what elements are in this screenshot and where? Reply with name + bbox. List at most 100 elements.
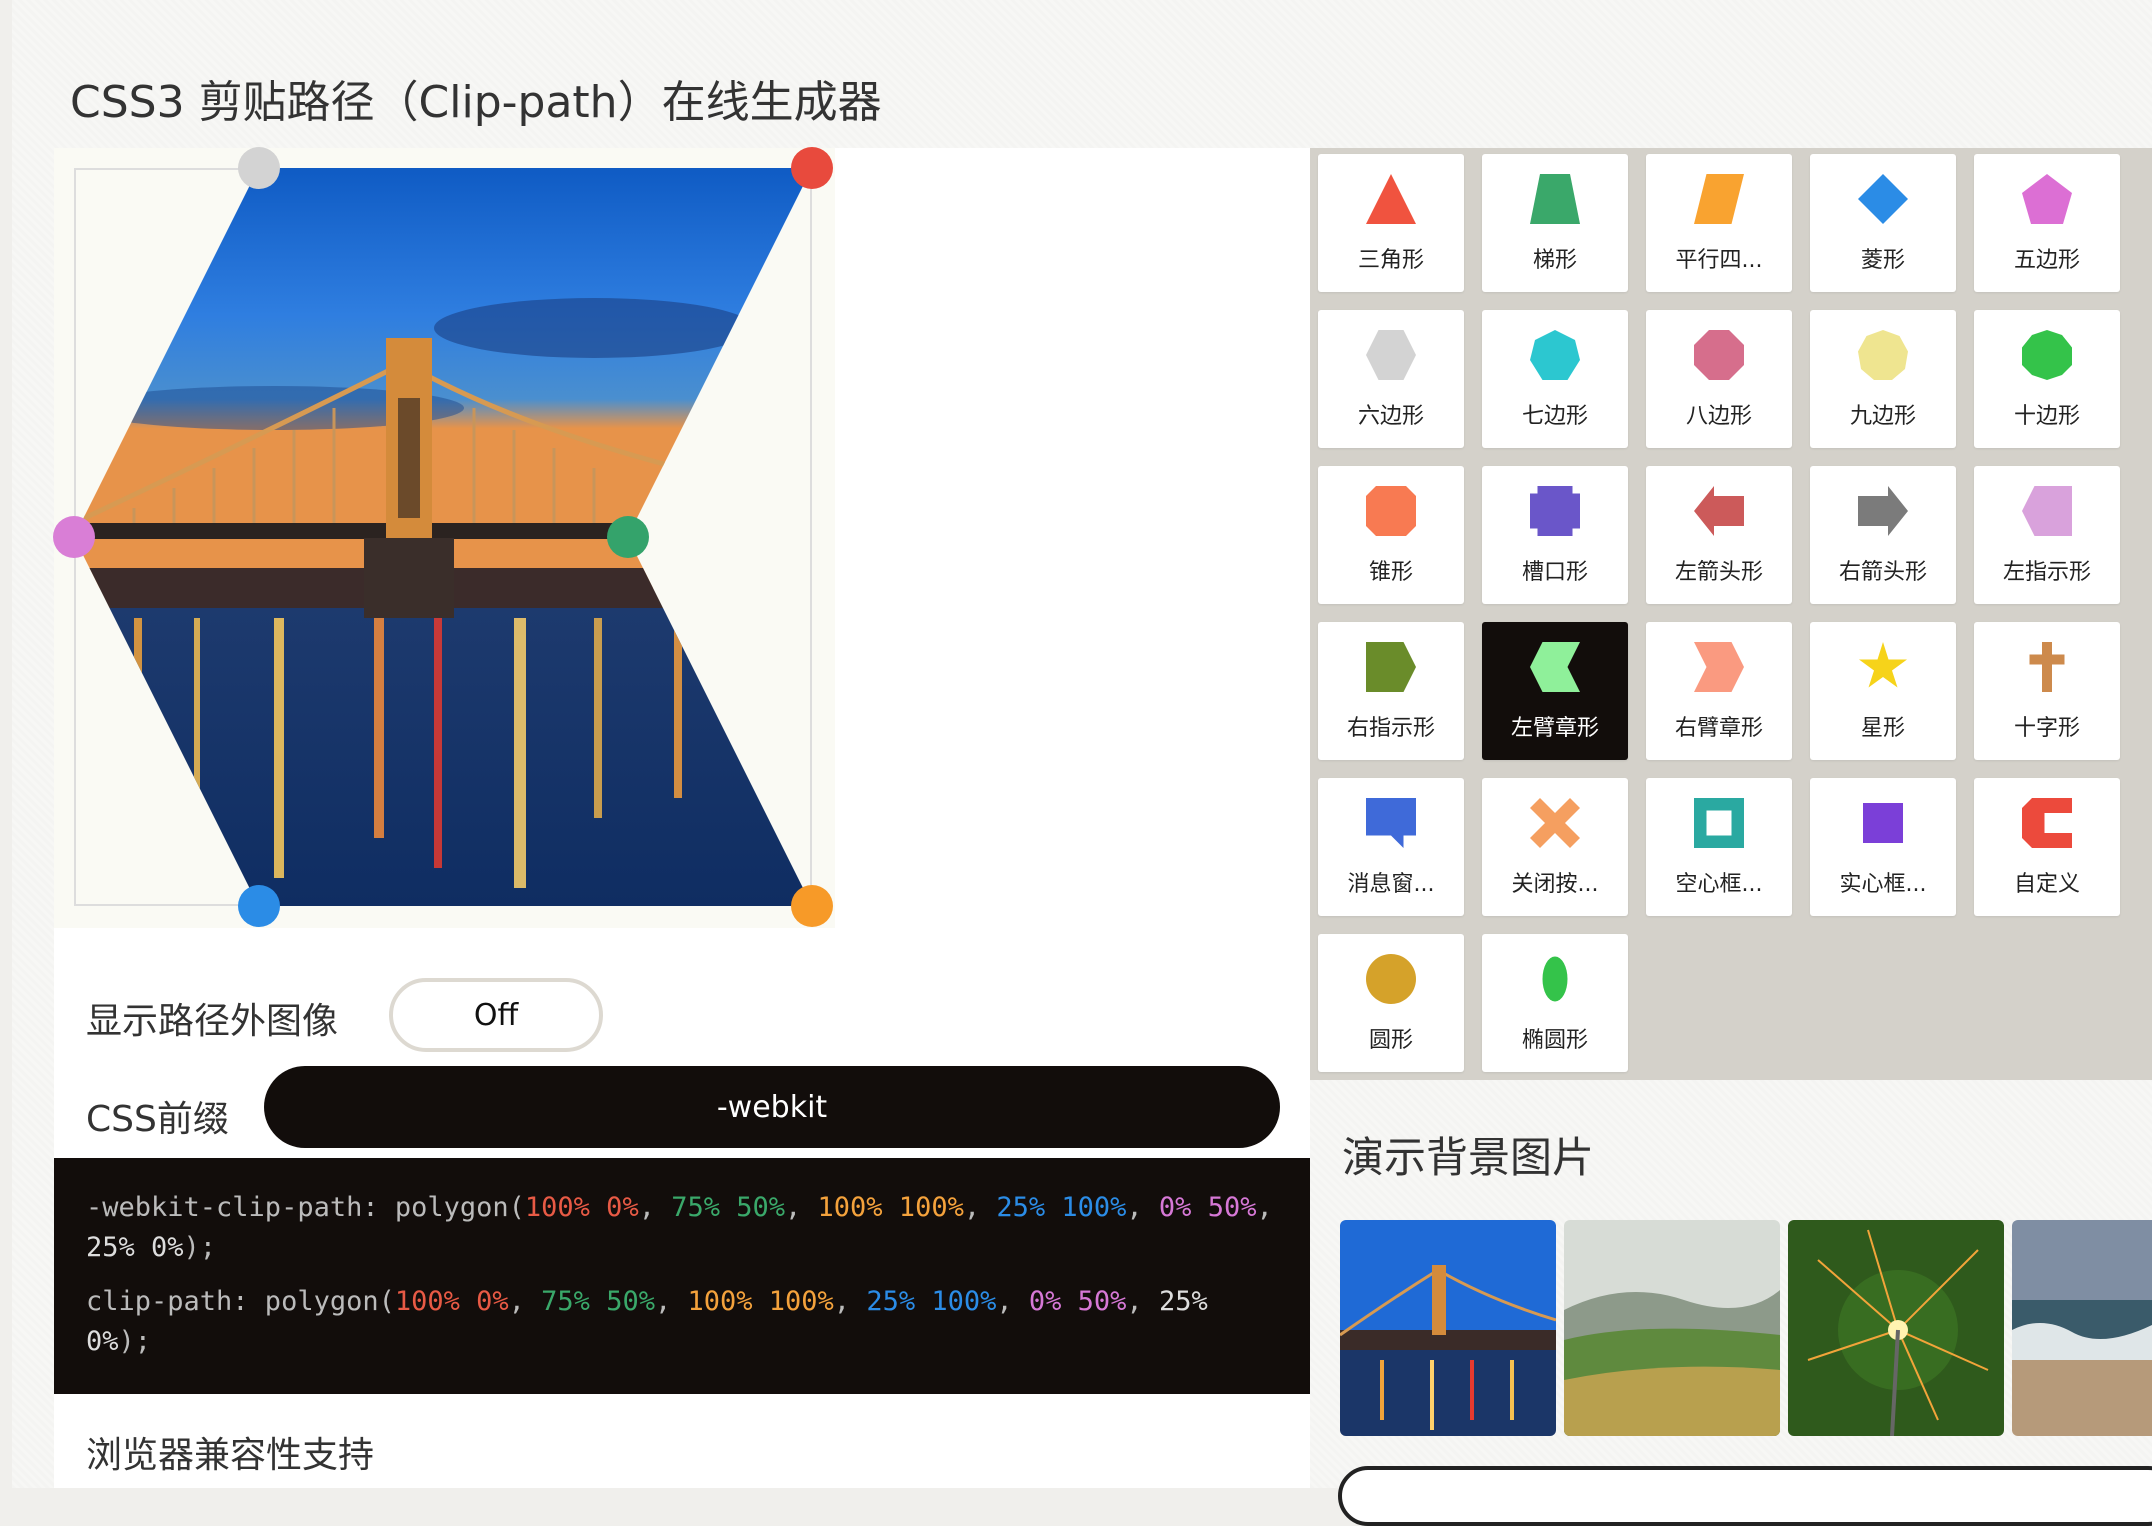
custom-icon <box>2022 798 2072 848</box>
shape-tile[interactable]: 七边形 <box>1482 310 1628 448</box>
shape-label: 右指示形 <box>1346 716 1435 741</box>
shape-label: 锥形 <box>1368 560 1413 585</box>
shape-tile[interactable]: 左指示形 <box>1974 466 2120 604</box>
shape-label: 平行四... <box>1675 248 1763 273</box>
shape-tile[interactable]: 八边形 <box>1646 310 1792 448</box>
code-point-2: 75% 50% <box>541 1286 655 1317</box>
handle-top-right[interactable] <box>791 147 833 189</box>
shape-tile[interactable]: 右箭头形 <box>1810 466 1956 604</box>
heptagon-icon <box>1530 330 1580 380</box>
show-outside-label: 显示路径外图像 <box>86 1001 339 1042</box>
shape-palette: 三角形 梯形 平行四... 菱形 五边形六边形 七边形 八边形 九边形 十边形锥形 槽口形 左箭头形… <box>1310 148 2152 1080</box>
shape-tile[interactable]: 梯形 <box>1482 154 1628 292</box>
shape-tile[interactable]: 空心框... <box>1646 778 1792 916</box>
shape-tile[interactable]: 左臂章形 <box>1482 622 1628 760</box>
triangle-icon <box>1366 174 1416 224</box>
shape-tile[interactable]: 自定义 <box>1974 778 2120 916</box>
rabbet-icon <box>1530 486 1580 536</box>
shape-label: 十边形 <box>2013 404 2080 429</box>
clip-path-editor[interactable] <box>53 147 835 928</box>
shape-tile[interactable]: 实心框... <box>1810 778 1956 916</box>
code-point-2: 75% 50% <box>671 1192 786 1223</box>
sparkler-thumbnail-image <box>1788 1220 2004 1436</box>
browser-support-heading: 浏览器兼容性支持 <box>86 1435 375 1476</box>
solid-frame-icon <box>1863 803 1903 843</box>
bridge-night-thumbnail-image <box>1340 1220 1556 1436</box>
bridge-night-thumbnail[interactable] <box>1340 1220 1556 1436</box>
octagon-icon <box>1694 330 1744 380</box>
shape-label: 十字形 <box>2013 716 2080 741</box>
handle-top-left[interactable] <box>237 147 280 189</box>
webkit-code-line: -webkit-clip-path: polygon(100% 0%, 75% … <box>86 1192 1273 1263</box>
trapezoid-icon <box>1530 174 1580 224</box>
shape-tile[interactable]: 三角形 <box>1318 154 1464 292</box>
generated-code-block[interactable]: -webkit-clip-path: polygon(100% 0%, 75% … <box>54 1158 1310 1394</box>
shape-tile[interactable]: 圆形 <box>1318 934 1464 1072</box>
shape-label: 右臂章形 <box>1674 716 1763 741</box>
nonagon-icon <box>1858 330 1908 380</box>
shape-tile[interactable]: 锥形 <box>1318 466 1464 604</box>
demo-images-heading: 演示背景图片 <box>1342 1133 1595 1182</box>
green-hills-thumbnail-image <box>1564 1220 1780 1436</box>
shape-tile[interactable]: 十字形 <box>1974 622 2120 760</box>
shape-tile[interactable]: 椭圆形 <box>1482 934 1628 1072</box>
code-point-4: 25% 100% <box>866 1286 997 1317</box>
green-hills-thumbnail[interactable] <box>1564 1220 1780 1436</box>
ellipse-icon <box>1542 956 1568 1002</box>
code-point-1: 100% 0% <box>524 1192 639 1223</box>
shape-tile[interactable]: 五边形 <box>1974 154 2120 292</box>
shape-label: 槽口形 <box>1521 560 1588 585</box>
shape-tile[interactable]: 槽口形 <box>1482 466 1628 604</box>
shape-tile[interactable]: 消息窗... <box>1318 778 1464 916</box>
shape-tile[interactable]: 平行四... <box>1646 154 1792 292</box>
standard-code-line: clip-path: polygon(100% 0%, 75% 50%, 100… <box>86 1286 1208 1357</box>
shape-tile[interactable]: 右臂章形 <box>1646 622 1792 760</box>
shape-tile[interactable]: 六边形 <box>1318 310 1464 448</box>
shape-label: 九边形 <box>1849 404 1916 429</box>
code-point-3: 100% 100% <box>687 1286 834 1317</box>
shape-label: 实心框... <box>1839 872 1927 897</box>
circle-icon <box>1366 954 1416 1004</box>
cross-icon <box>2029 642 2065 692</box>
shape-label: 六边形 <box>1357 404 1424 429</box>
code-point-1: 100% 0% <box>394 1286 509 1317</box>
code-point-4: 25% 100% <box>996 1192 1127 1223</box>
shape-tile[interactable]: 菱形 <box>1810 154 1956 292</box>
code-end: ); <box>118 1326 152 1357</box>
shape-tile[interactable]: 十边形 <box>1974 310 2120 448</box>
code-point-5: 0% 50% <box>1028 1286 1127 1317</box>
css-prefix-label: CSS前缀 <box>86 1099 229 1140</box>
shape-tile[interactable]: 关闭按... <box>1482 778 1628 916</box>
shape-tile[interactable]: 星形 <box>1810 622 1956 760</box>
handle-bottom-right[interactable] <box>791 885 833 927</box>
shape-tile[interactable]: 左箭头形 <box>1646 466 1792 604</box>
code-property: clip-path: polygon( <box>86 1286 395 1317</box>
decagon-icon <box>2022 330 2072 380</box>
code-point-6: 25% 0% <box>86 1232 184 1263</box>
handle-bottom-left[interactable] <box>237 885 280 927</box>
css-prefix-select[interactable]: -webkit <box>264 1066 1280 1148</box>
shape-label: 三角形 <box>1357 248 1424 273</box>
handle-middle-right[interactable] <box>606 516 649 558</box>
shape-tile[interactable]: 右指示形 <box>1318 622 1464 760</box>
frame-icon <box>1694 798 1744 848</box>
shape-label: 左臂章形 <box>1510 716 1599 741</box>
sea-waves-thumbnail[interactable] <box>2012 1220 2152 1436</box>
shape-label: 圆形 <box>1368 1028 1413 1053</box>
show-outside-toggle[interactable]: Off <box>389 978 603 1052</box>
code-point-3: 100% 100% <box>817 1192 964 1223</box>
shape-label: 八边形 <box>1685 404 1752 429</box>
shape-label: 消息窗... <box>1347 872 1435 897</box>
shape-label: 椭圆形 <box>1521 1028 1588 1053</box>
shape-label: 菱形 <box>1860 248 1905 273</box>
code-property: -webkit-clip-path: polygon( <box>86 1192 525 1223</box>
page-title: CSS3 剪贴路径（Clip-path）在线生成器 <box>70 77 882 128</box>
sparkler-thumbnail[interactable] <box>1788 1220 2004 1436</box>
shape-label: 七边形 <box>1521 404 1588 429</box>
shape-label: 五边形 <box>2013 248 2080 273</box>
bottom-input-field[interactable] <box>1338 1466 2152 1526</box>
handle-middle-left[interactable] <box>53 516 95 558</box>
shape-label: 自定义 <box>2013 872 2080 897</box>
shape-tile[interactable]: 九边形 <box>1810 310 1956 448</box>
left-arrow-icon <box>1694 486 1744 536</box>
